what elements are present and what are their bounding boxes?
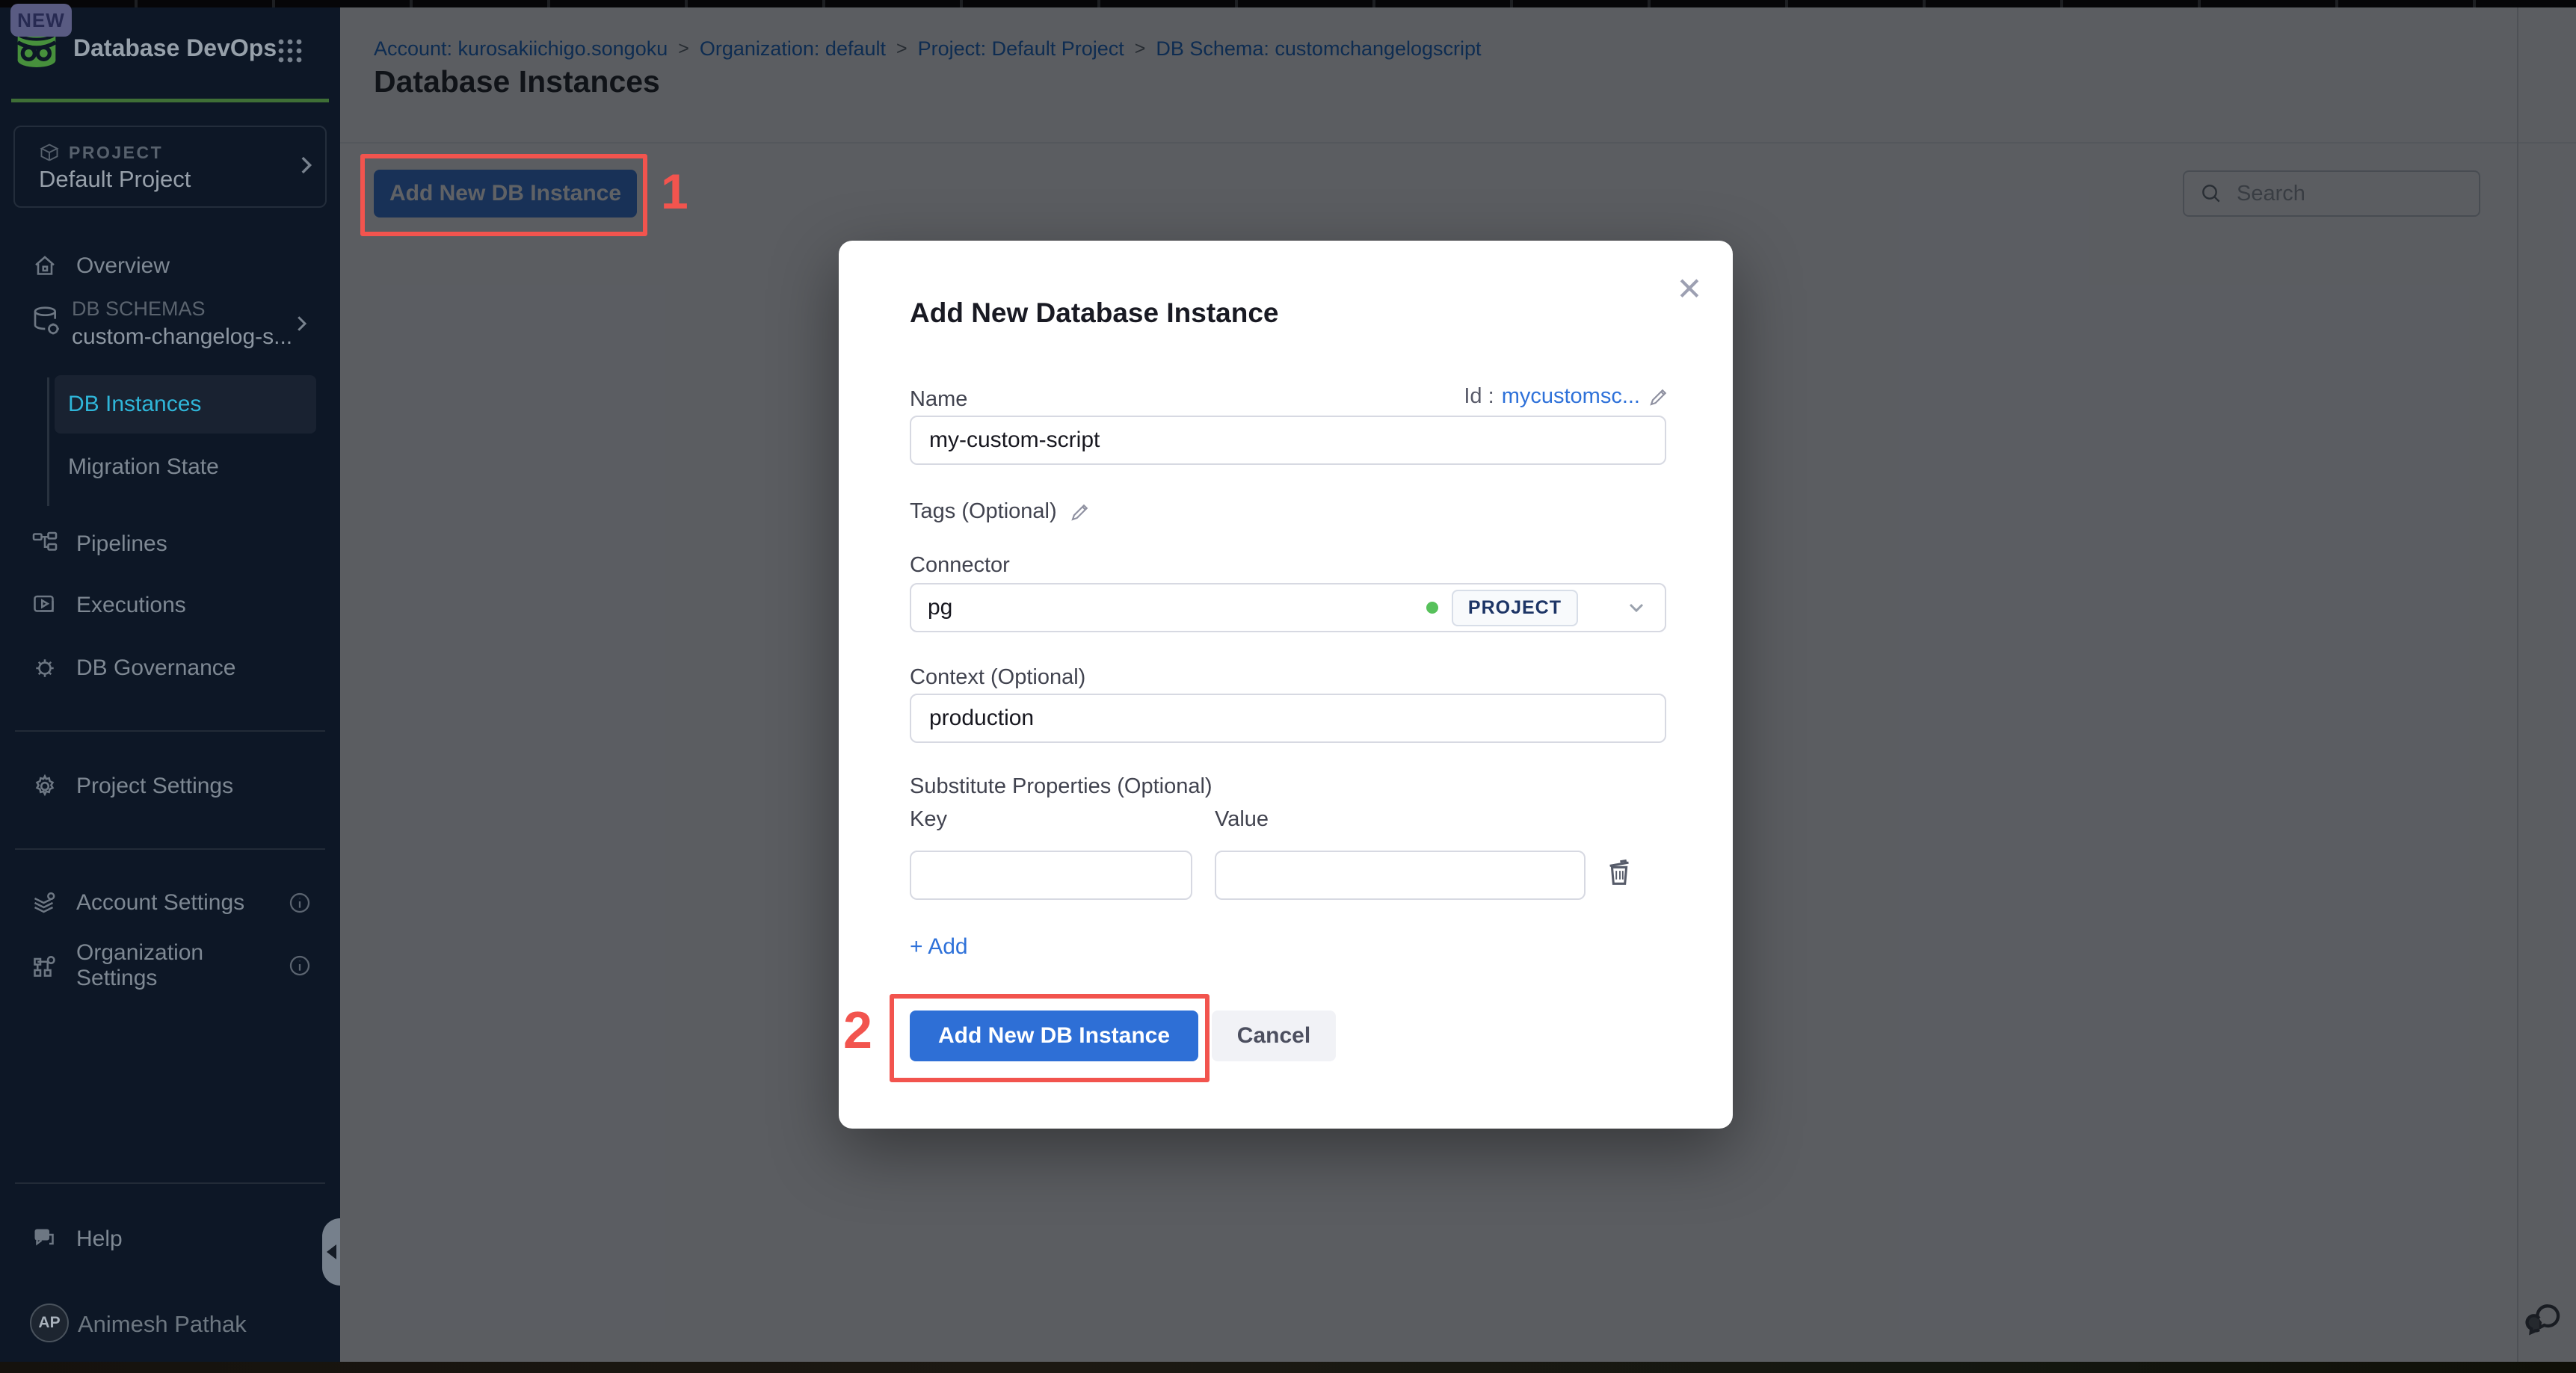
info-icon[interactable] (288, 891, 312, 915)
connector-value: pg (928, 595, 952, 620)
app-switcher-icon[interactable] (275, 36, 305, 66)
sidebar-item-label: Organization Settings (76, 940, 270, 991)
sidebar-item-label: Overview (76, 253, 170, 279)
chevron-down-icon[interactable] (1624, 596, 1648, 620)
sidebar-item-project-settings[interactable]: Project Settings (0, 768, 340, 804)
edit-pencil-icon[interactable] (1648, 386, 1670, 408)
name-input[interactable] (910, 416, 1666, 465)
annotation-box-step2 (890, 994, 1210, 1082)
brand-divider (11, 99, 329, 102)
sidebar-item-label: Migration State (68, 454, 219, 479)
svg-text:?: ? (40, 1230, 45, 1241)
app-title: Database DevOps (73, 34, 277, 62)
name-label: Name (910, 387, 967, 412)
cube-icon (39, 142, 60, 163)
sidebar-item-label: Executions (76, 593, 186, 618)
sidebar-divider (15, 848, 325, 850)
schema-name[interactable]: custom-changelog-s... (72, 324, 292, 350)
project-name: Default Project (39, 166, 191, 193)
avatar-initials: AP (38, 1314, 60, 1332)
tags-row: Tags (Optional) (910, 499, 1091, 524)
sidebar-item-executions[interactable]: Executions (0, 587, 340, 623)
help-chat-icon: ? (31, 1226, 58, 1253)
id-prefix: Id : (1464, 384, 1494, 409)
context-input[interactable] (910, 694, 1666, 743)
chevron-right-icon[interactable] (290, 312, 312, 335)
sidebar-item-db-instances[interactable]: DB Instances (55, 375, 316, 434)
sidebar-item-pipelines[interactable]: Pipelines (0, 526, 340, 562)
connector-label: Connector (910, 553, 1010, 578)
executions-icon (31, 592, 58, 619)
annotation-number-1: 1 (661, 163, 688, 220)
delete-row-trash-icon[interactable] (1603, 855, 1637, 889)
avatar[interactable]: AP (30, 1303, 69, 1342)
connector-scope-badge: PROJECT (1452, 590, 1578, 626)
connector-status-dot (1426, 602, 1438, 614)
browser-top-strip (0, 0, 2576, 7)
db-schema-icon (31, 305, 61, 338)
edit-pencil-icon[interactable] (1069, 501, 1091, 523)
sidebar-divider (15, 730, 325, 732)
sidebar-collapse-handle[interactable] (322, 1218, 340, 1286)
sidebar-item-overview[interactable]: Overview (0, 248, 340, 284)
connector-select[interactable]: pg PROJECT (910, 583, 1666, 632)
sidebar-item-label: DB Governance (76, 655, 235, 681)
collapse-arrow-icon (327, 1244, 336, 1259)
substitute-properties-label: Substitute Properties (Optional) (910, 774, 1212, 799)
modal-cancel-button[interactable]: Cancel (1212, 1011, 1336, 1061)
annotation-box-step1 (360, 154, 647, 236)
sidebar: Database DevOps PROJECT Default Project … (0, 7, 340, 1362)
sidebar-item-label: Help (76, 1227, 123, 1252)
layers-gear-icon (31, 889, 58, 916)
sidebar-item-label: Pipelines (76, 531, 167, 557)
new-badge: NEW (10, 4, 72, 37)
sidebar-item-label: DB Instances (68, 392, 201, 417)
project-kicker: PROJECT (69, 143, 163, 163)
add-substitute-row-link[interactable]: + Add (910, 934, 968, 960)
modal-title: Add New Database Instance (910, 297, 1278, 329)
substitute-value-input[interactable] (1215, 851, 1586, 900)
window-bottom-strip (0, 1362, 2576, 1373)
submenu-guide-line (47, 377, 49, 506)
chevron-right-icon (293, 152, 318, 178)
project-selector[interactable]: PROJECT Default Project (13, 126, 327, 208)
info-icon[interactable] (288, 954, 312, 978)
annotation-number-2: 2 (843, 1000, 872, 1060)
sidebar-item-db-governance[interactable]: DB Governance (0, 650, 340, 686)
value-column-label: Value (1215, 807, 1269, 832)
sidebar-item-label: Account Settings (76, 890, 244, 916)
context-label: Context (Optional) (910, 665, 1085, 690)
sidebar-item-help[interactable]: ? Help (0, 1221, 340, 1257)
id-value-link[interactable]: mycustomsc... (1502, 384, 1640, 409)
sidebar-item-migration-state[interactable]: Migration State (68, 454, 219, 480)
home-icon (31, 253, 58, 280)
sidebar-item-organization-settings[interactable]: Organization Settings (0, 948, 340, 984)
gear-icon (31, 773, 58, 800)
schemas-kicker: DB SCHEMAS (72, 297, 206, 321)
key-column-label: Key (910, 807, 947, 832)
sidebar-divider (15, 1182, 325, 1184)
sidebar-item-label: Project Settings (76, 774, 233, 799)
org-gear-icon (31, 952, 58, 979)
governance-icon (31, 655, 58, 682)
tags-label: Tags (Optional) (910, 499, 1057, 524)
sidebar-item-account-settings[interactable]: Account Settings (0, 885, 340, 921)
id-row: Id : mycustomsc... (1464, 384, 1670, 409)
close-icon[interactable]: ✕ (1668, 268, 1710, 309)
user-name[interactable]: Animesh Pathak (78, 1311, 247, 1338)
substitute-key-input[interactable] (910, 851, 1192, 900)
pipelines-icon (31, 531, 58, 558)
